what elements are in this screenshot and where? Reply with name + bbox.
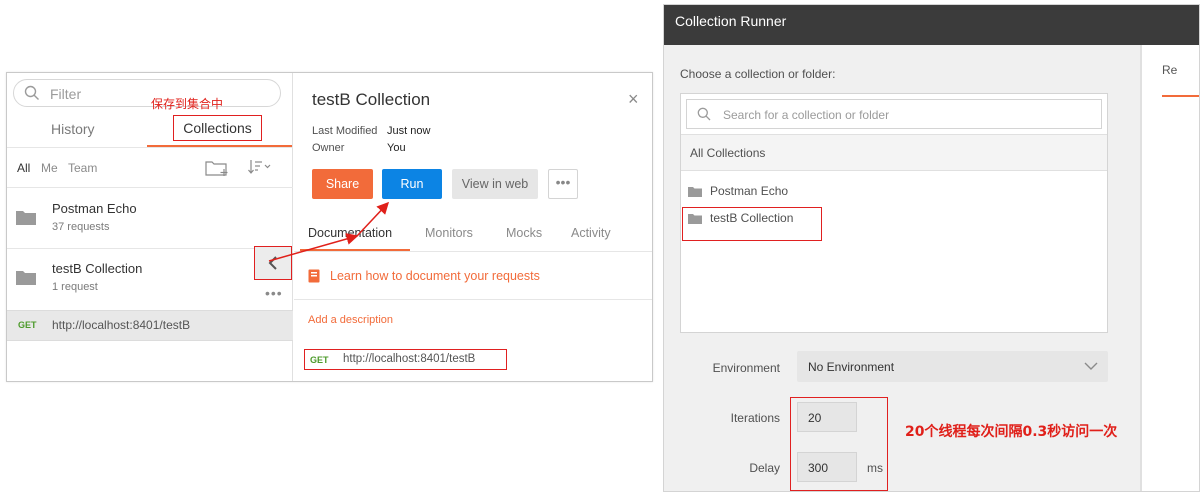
more-actions-button[interactable]: ••• — [548, 169, 578, 199]
choose-collection-label: Choose a collection or folder: — [680, 67, 836, 81]
divider — [7, 147, 293, 148]
collection-title: testB Collection — [312, 90, 431, 109]
environment-value: No Environment — [808, 360, 895, 374]
collapse-detail-button[interactable] — [254, 246, 292, 280]
tab-monitors[interactable]: Monitors — [425, 226, 473, 240]
close-icon[interactable]: × — [628, 89, 639, 110]
scope-all[interactable]: All — [17, 161, 30, 175]
divider — [294, 299, 652, 300]
collection-detail-pane: testB Collection × Last Modified Just no… — [294, 73, 652, 381]
all-collections-breadcrumb[interactable]: All Collections — [681, 134, 1107, 171]
runner-header: Collection Runner — [664, 5, 1199, 45]
search-icon — [24, 85, 39, 100]
filter-placeholder: Filter — [50, 86, 82, 102]
documented-request[interactable]: GET http://localhost:8401/testB — [304, 349, 507, 370]
request-url: http://localhost:8401/testB — [343, 353, 476, 365]
search-icon — [697, 107, 711, 121]
annotation-threads: 20个线程每次间隔0.3秒访问一次 — [905, 424, 1118, 440]
collection-name: Postman Echo — [710, 184, 789, 198]
collection-name: testB Collection — [710, 211, 794, 225]
add-description-link[interactable]: Add a description — [308, 314, 393, 326]
annotation-save-to-collection: 保存到集合中 — [151, 97, 224, 111]
scope-team[interactable]: Team — [68, 161, 97, 175]
active-tab-indicator — [1162, 95, 1199, 97]
run-button[interactable]: Run — [382, 169, 442, 199]
tab-activity[interactable]: Activity — [571, 226, 611, 240]
owner-value: You — [387, 142, 406, 154]
tab-collections[interactable]: Collections — [173, 115, 262, 141]
request-item[interactable]: GET http://localhost:8401/testB — [7, 310, 293, 341]
collection-search-input[interactable]: Search for a collection or folder — [686, 99, 1102, 129]
tab-mocks[interactable]: Mocks — [506, 226, 542, 240]
filter-input[interactable]: Filter — [13, 79, 281, 107]
sidebar: Filter 保存到集合中 History Collections All Me… — [7, 73, 293, 381]
postman-main-window: Filter 保存到集合中 History Collections All Me… — [6, 72, 653, 382]
request-method: GET — [18, 320, 37, 330]
folder-icon — [16, 211, 36, 225]
collection-item-testb[interactable]: testB Collection 1 request — [7, 249, 293, 309]
tab-history[interactable]: History — [51, 121, 95, 137]
scope-me[interactable]: Me — [41, 161, 58, 175]
view-in-web-button[interactable]: View in web — [452, 169, 538, 199]
request-method: GET — [310, 355, 329, 365]
delay-label: Delay — [749, 461, 780, 475]
collection-name: Postman Echo — [52, 201, 137, 216]
collection-more-icon[interactable]: ••• — [265, 285, 283, 301]
owner-label: Owner — [312, 142, 345, 154]
tab-results[interactable]: Re — [1162, 63, 1177, 77]
learn-documentation-link[interactable]: Learn how to document your requests — [330, 269, 540, 283]
runner-title: Collection Runner — [675, 13, 787, 29]
tab-documentation[interactable]: Documentation — [308, 226, 392, 240]
runner-collection-testb[interactable]: testB Collection — [682, 207, 822, 241]
book-icon — [308, 269, 320, 283]
share-button[interactable]: Share — [312, 169, 373, 199]
all-collections-label: All Collections — [690, 146, 766, 160]
chevron-left-icon — [268, 256, 277, 270]
environment-label: Environment — [712, 361, 780, 375]
environment-select[interactable]: No Environment — [797, 351, 1108, 382]
sort-icon[interactable] — [247, 157, 273, 177]
folder-icon — [688, 214, 702, 224]
runner-results-pane: Re — [1142, 45, 1199, 491]
annotation-highlight-box — [790, 397, 888, 491]
divider — [7, 187, 293, 188]
folder-icon — [16, 271, 36, 285]
divider — [294, 251, 652, 252]
collection-picker: Search for a collection or folder All Co… — [680, 93, 1108, 333]
new-collection-icon[interactable] — [204, 157, 230, 177]
collection-item-postman-echo[interactable]: Postman Echo 37 requests — [7, 189, 293, 249]
collection-name: testB Collection — [52, 261, 143, 276]
request-url: http://localhost:8401/testB — [52, 318, 191, 332]
collection-runner-window: Collection Runner Re Choose a collection… — [663, 4, 1200, 492]
iterations-label: Iterations — [730, 411, 780, 425]
last-modified-label: Last Modified — [312, 125, 378, 137]
last-modified-value: Just now — [387, 125, 431, 137]
folder-icon — [688, 187, 702, 197]
collection-request-count: 37 requests — [52, 221, 110, 233]
search-placeholder: Search for a collection or folder — [723, 108, 890, 122]
collection-request-count: 1 request — [52, 281, 98, 293]
chevron-down-icon — [1084, 362, 1098, 370]
runner-collection-postman-echo[interactable]: Postman Echo — [688, 182, 1098, 202]
